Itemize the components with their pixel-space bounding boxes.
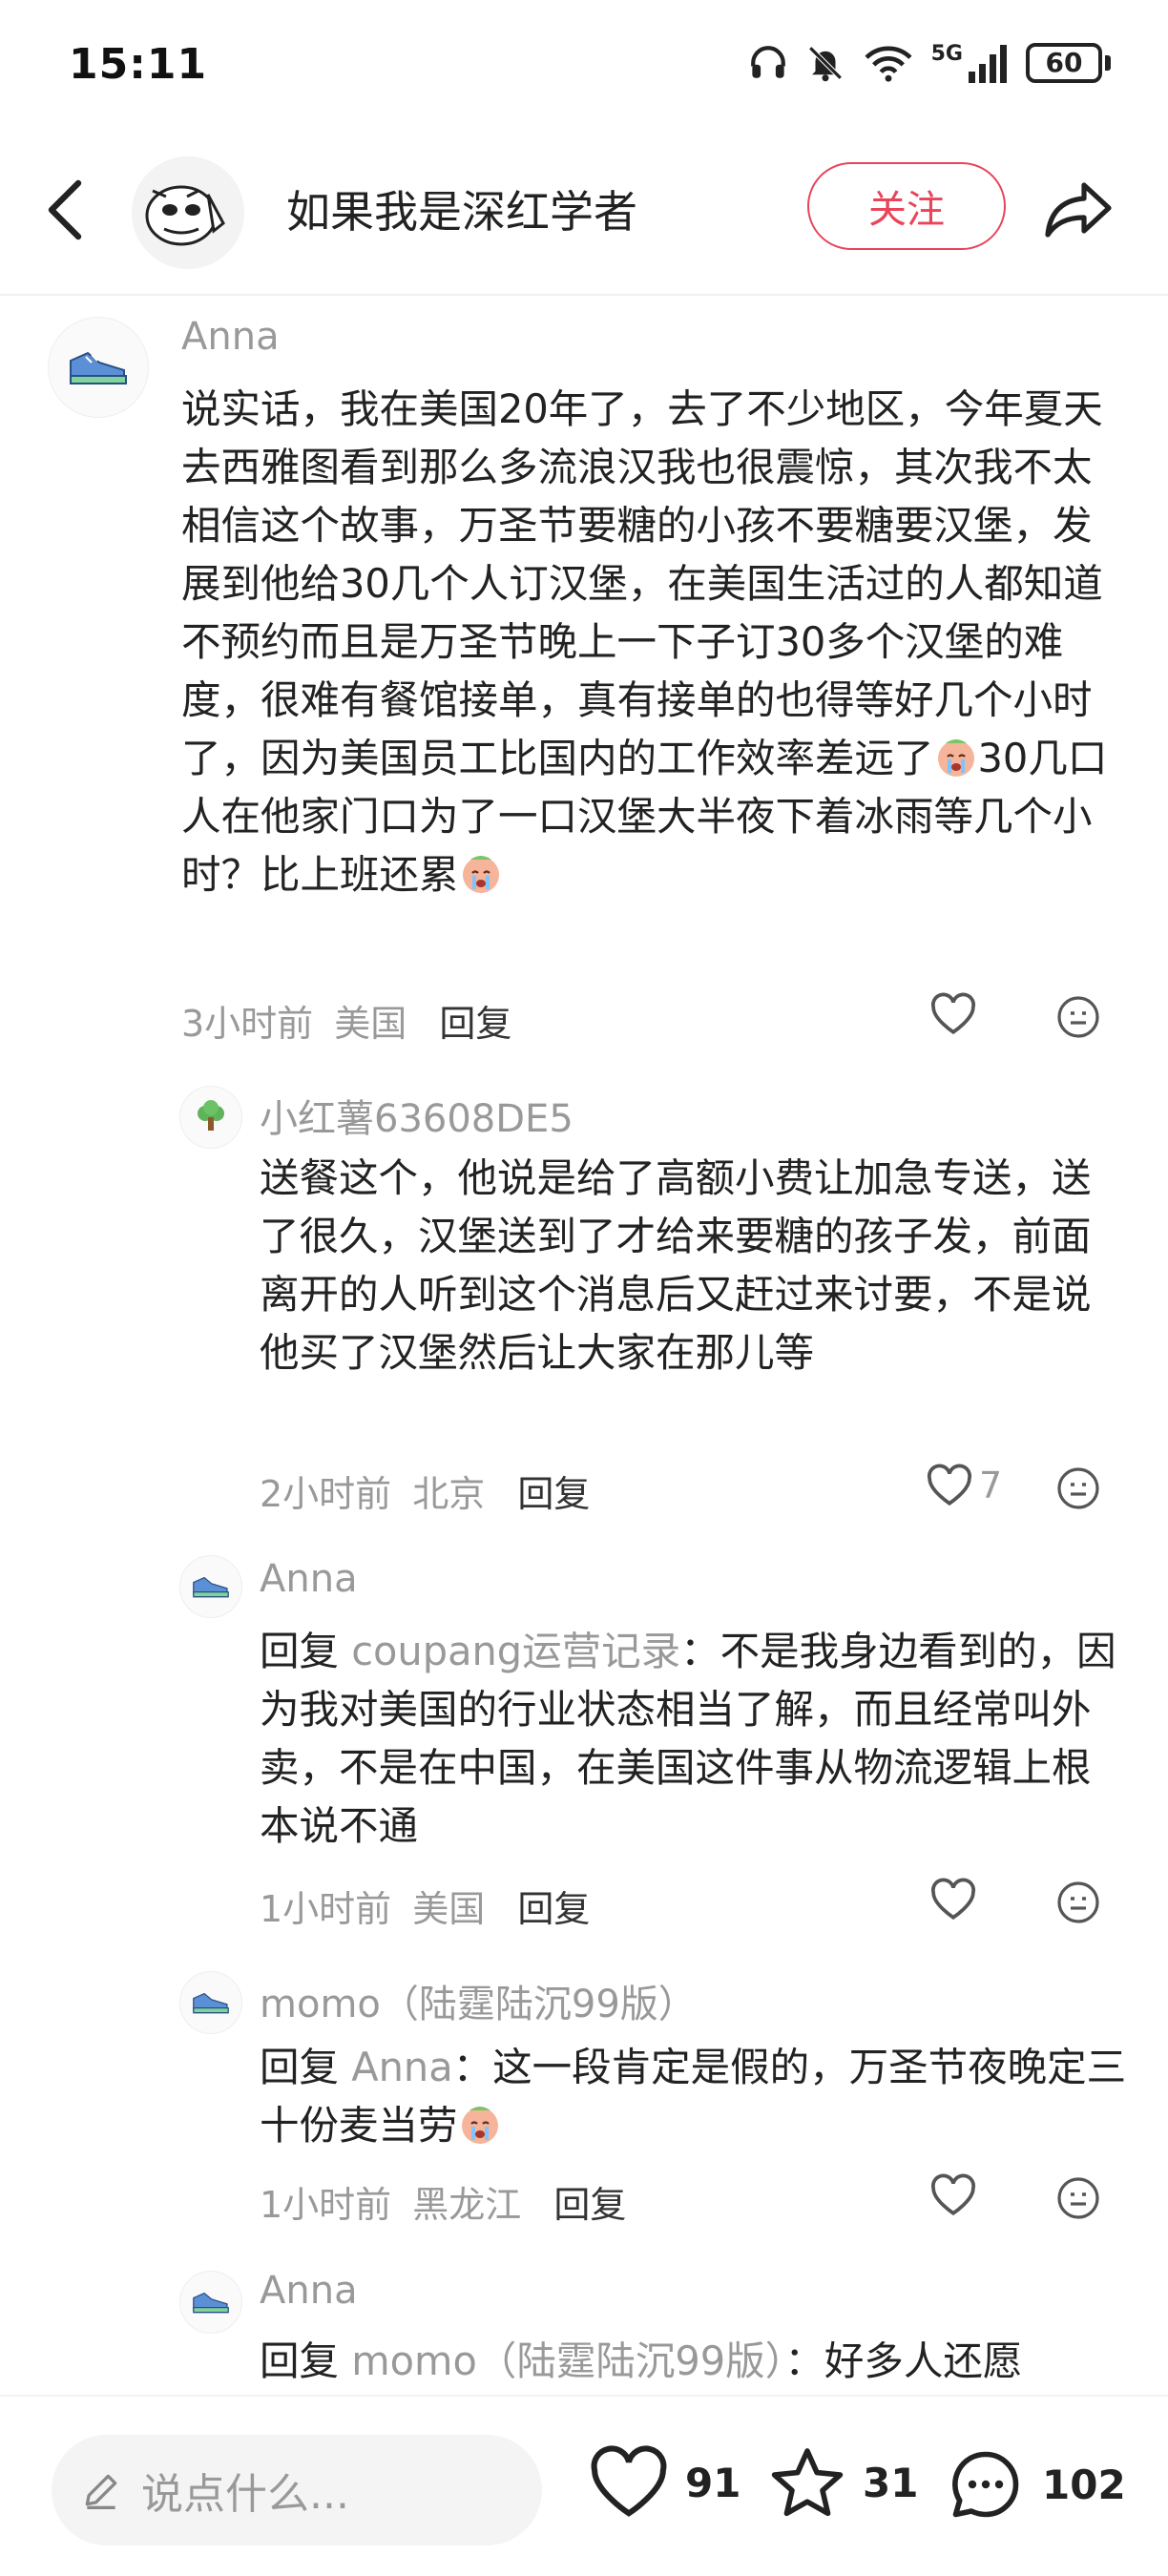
comment-meta: 1小时前 美国 回复: [260, 1880, 590, 1932]
comment-location: 黑龙江: [412, 2184, 522, 2226]
reply-button[interactable]: 回复: [553, 2184, 626, 2226]
comment-location: 美国: [412, 1888, 486, 1930]
broccoli-avatar-icon: [198, 1100, 224, 1131]
crying-emoji-icon: [461, 2107, 498, 2144]
commenter-avatar[interactable]: [48, 317, 149, 418]
heart-icon: [930, 992, 976, 1034]
comment-location: 北京: [412, 1473, 486, 1515]
sneaker-avatar-icon: [193, 1992, 229, 2014]
reply-button[interactable]: 回复: [517, 1888, 590, 1930]
commenter-name[interactable]: Anna: [181, 315, 280, 359]
commenter-avatar[interactable]: [179, 1971, 242, 2034]
heart-icon: [927, 1464, 972, 1506]
emoji-icon[interactable]: [1055, 1880, 1101, 1925]
like-button[interactable]: 7: [926, 1464, 1002, 1507]
comment-meta: 1小时前 黑龙江 回复: [260, 2175, 626, 2228]
back-arrow-icon: [48, 179, 82, 240]
comment-text: 回复 Anna：这一段肯定是假的，万圣节夜晚定三十份麦当劳: [260, 2038, 1128, 2154]
reply-prefix: 回复: [260, 1628, 340, 1674]
note-header: 如果我是深红学者 关注: [0, 143, 1168, 277]
network-label: 5G: [931, 42, 1009, 83]
comment-bubble-icon: [952, 2451, 1019, 2518]
heart-icon: [930, 1878, 976, 1920]
sneaker-avatar-icon: [193, 1576, 229, 1598]
header-divider: [0, 294, 1168, 296]
like-button[interactable]: [929, 1878, 977, 1922]
comment-text: 说实话，我在美国20年了，去了不少地区，今年夏天去西雅图看到那么多流浪汉我也很震…: [181, 380, 1126, 904]
reply-prefix: 回复: [260, 2044, 340, 2090]
emoji-icon[interactable]: [1055, 994, 1101, 1040]
follow-button[interactable]: 关注: [807, 162, 1006, 250]
signal-icon: [969, 45, 1007, 83]
commenter-avatar[interactable]: [179, 1086, 242, 1149]
commenter-name[interactable]: Anna: [260, 1557, 358, 1601]
comment-text: 回复 momo（陆霆陆沉99版）：好多人还愿: [260, 2332, 1128, 2393]
cartoon-face-avatar-icon: [132, 156, 244, 269]
emoji-icon[interactable]: [1055, 1465, 1101, 1511]
share-icon: [1045, 182, 1112, 238]
heart-icon: [591, 2445, 667, 2517]
like-button[interactable]: [929, 992, 977, 1036]
wifi-icon: [865, 46, 912, 82]
crying-emoji-icon: [937, 739, 974, 777]
like-count: 7: [979, 1465, 1003, 1506]
favorites-count: 31: [863, 2459, 919, 2506]
favorite-button[interactable]: 31: [767, 2444, 918, 2521]
battery-tip: [1105, 54, 1111, 71]
likes-count: 91: [685, 2459, 741, 2506]
comment-body: 说实话，我在美国20年了，去了不少地区，今年夏天去西雅图看到那么多流浪汉我也很震…: [181, 385, 1103, 781]
battery-indicator: 60: [1026, 42, 1111, 83]
battery-level: 60: [1026, 42, 1102, 83]
reply-prefix: 回复: [260, 2337, 340, 2384]
comment-input-placeholder: 说点什么...: [141, 2470, 349, 2519]
reply-target[interactable]: Anna: [351, 2044, 452, 2090]
status-icons: 5G 60: [748, 42, 1111, 83]
like-button[interactable]: [929, 2173, 977, 2217]
comment-button[interactable]: 102: [945, 2444, 1126, 2524]
comment-text: 回复 coupang运营记录：不是我身边看到的，因为我对美国的行业状态相当了解，…: [260, 1622, 1128, 1855]
author-name[interactable]: 如果我是深红学者: [286, 177, 637, 240]
commenter-name[interactable]: 小红薯63608DE5: [260, 1088, 574, 1143]
comment-location: 美国: [334, 1003, 407, 1045]
mute-bell-icon: [808, 45, 843, 81]
commenter-avatar[interactable]: [179, 2271, 242, 2334]
sneaker-avatar-icon: [193, 2292, 229, 2314]
reply-button[interactable]: 回复: [517, 1473, 590, 1515]
commenter-name[interactable]: momo（陆霆陆沉99版）: [260, 1973, 697, 2028]
comment-time: 3小时前: [181, 1003, 314, 1045]
heart-icon: [930, 2173, 976, 2215]
author-avatar[interactable]: [132, 156, 244, 269]
comment-text: 送餐这个，他说是给了高额小费让加急专送，送了很久，汉堡送到了才给来要糖的孩子发，…: [260, 1154, 1092, 1376]
headphones-icon: [750, 45, 785, 78]
star-icon: [771, 2448, 844, 2517]
back-button[interactable]: [36, 172, 94, 248]
emoji-icon[interactable]: [1055, 2175, 1101, 2221]
comments-count: 102: [1042, 2461, 1126, 2508]
like-note-button[interactable]: 91: [588, 2444, 740, 2521]
commenter-avatar[interactable]: [179, 1555, 242, 1618]
crying-emoji-icon: [462, 856, 499, 893]
sneaker-avatar-icon: [70, 351, 127, 384]
share-button[interactable]: [1040, 172, 1116, 248]
comment-time: 1小时前: [260, 1888, 392, 1930]
comment-time: 2小时前: [260, 1473, 392, 1515]
status-bar: 15:11 5G 60: [0, 0, 1168, 134]
network-type: 5G: [930, 42, 963, 66]
comment-meta: 2小时前 北京 回复: [260, 1465, 590, 1517]
reply-target[interactable]: momo（陆霆陆沉99版）: [351, 2337, 784, 2384]
pencil-icon: [85, 2474, 117, 2509]
status-time: 15:11: [69, 40, 208, 89]
comment-body: ：好多人还愿: [784, 2337, 1023, 2384]
reply-target[interactable]: coupang运营记录: [351, 1628, 680, 1674]
reply-button[interactable]: 回复: [439, 1003, 511, 1045]
comment-input[interactable]: 说点什么...: [52, 2435, 542, 2545]
commenter-name[interactable]: Anna: [260, 2269, 358, 2313]
comment-meta: 3小时前 美国 回复: [181, 994, 511, 1047]
comment-time: 1小时前: [260, 2184, 392, 2226]
bottom-action-bar: 说点什么... 91 31 102: [0, 2395, 1168, 2576]
